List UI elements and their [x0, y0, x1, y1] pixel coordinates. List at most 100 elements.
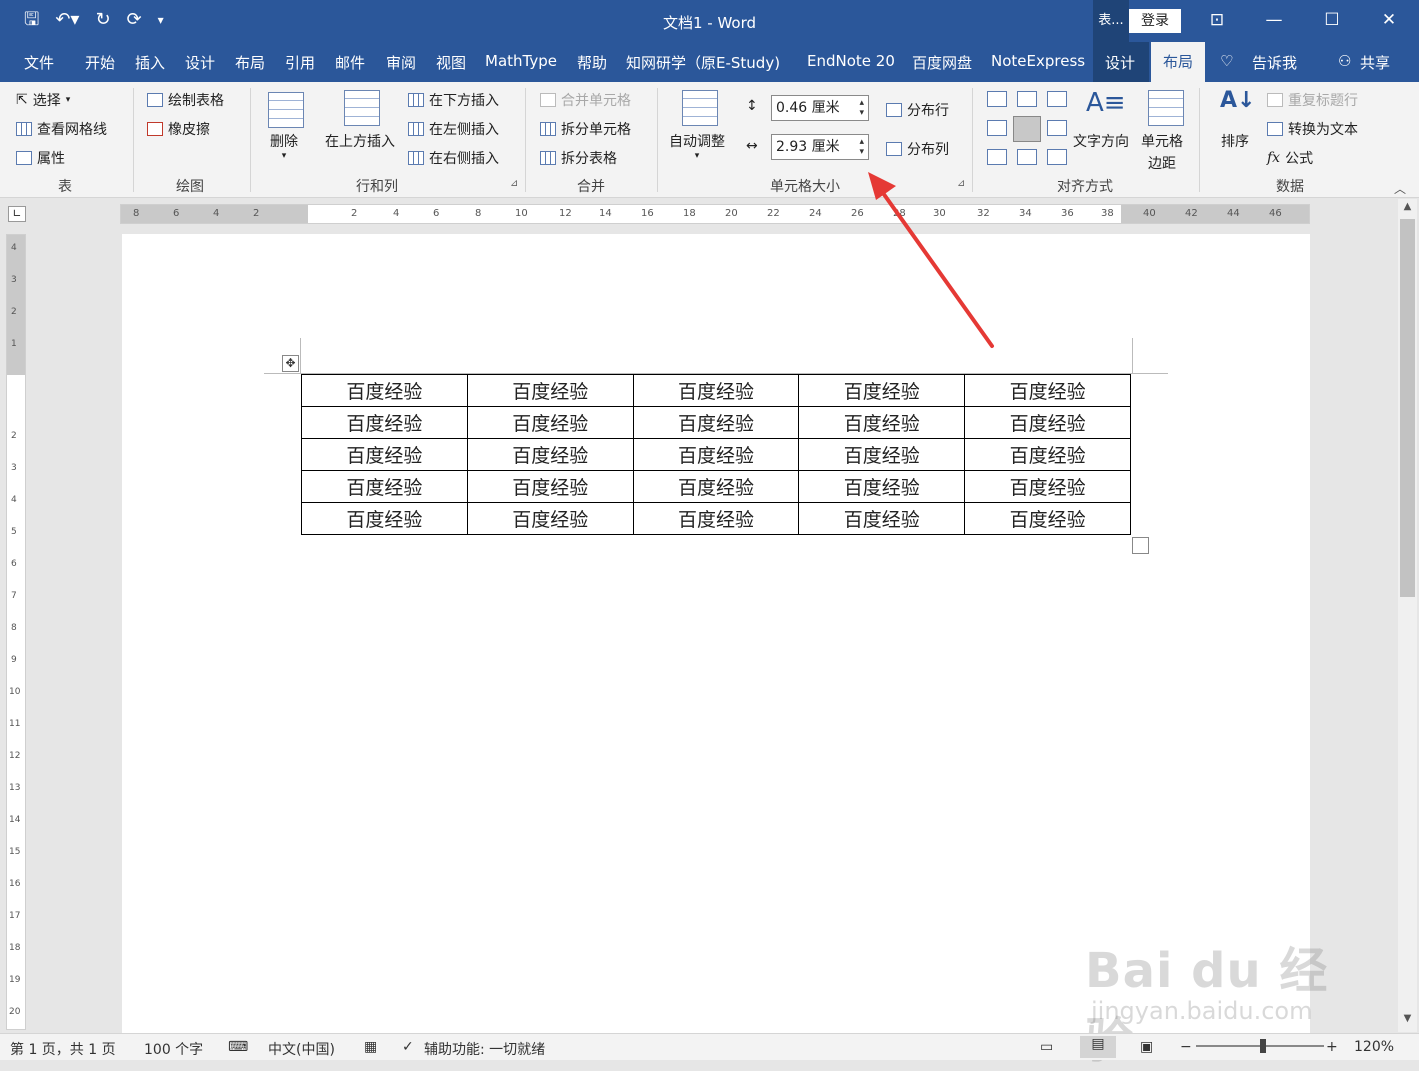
view-gridlines-button[interactable]: 查看网格线	[16, 119, 107, 139]
tab-home[interactable]: 开始	[85, 52, 115, 73]
table-cell[interactable]: 百度经验	[632, 374, 800, 407]
proofing-icon[interactable]: ⌨	[228, 1039, 248, 1055]
table-cell[interactable]: 百度经验	[798, 438, 966, 471]
table-cell[interactable]: 百度经验	[466, 470, 634, 503]
tab-mathtype[interactable]: MathType	[485, 52, 557, 70]
tab-view[interactable]: 视图	[436, 52, 466, 73]
table-cell[interactable]: 百度经验	[632, 438, 800, 471]
zoom-slider-thumb[interactable]	[1260, 1039, 1266, 1053]
sort-button[interactable]: 排序	[1221, 131, 1249, 151]
table-cell[interactable]: 百度经验	[964, 470, 1131, 503]
table-cell[interactable]: 百度经验	[301, 438, 468, 471]
tab-table-layout[interactable]: 布局	[1151, 42, 1205, 82]
table-cell[interactable]: 百度经验	[964, 438, 1131, 471]
table-cell[interactable]: 百度经验	[466, 406, 634, 439]
split-table-button[interactable]: 拆分表格	[540, 148, 617, 168]
select-button[interactable]: ⇱ 选择 ▾	[16, 90, 70, 110]
zoom-level[interactable]: 120%	[1354, 1039, 1394, 1055]
ribbon-display-icon[interactable]: ⊡	[1205, 10, 1229, 30]
row-height-stepper[interactable]: 0.46 厘米 ▴ ▾	[771, 95, 869, 121]
read-mode-icon[interactable]: ▭	[1040, 1039, 1053, 1055]
tab-review[interactable]: 审阅	[386, 52, 416, 73]
tab-mailings[interactable]: 邮件	[335, 52, 365, 73]
page-count[interactable]: 第 1 页，共 1 页	[10, 1039, 116, 1059]
login-button[interactable]: 登录	[1129, 9, 1181, 33]
share-button[interactable]: 共享	[1360, 52, 1390, 73]
macro-icon[interactable]: ▦	[364, 1039, 377, 1055]
insert-left-button[interactable]: 在左侧插入	[408, 119, 499, 139]
align-bottom-right-icon[interactable]	[1047, 149, 1067, 165]
table-cell[interactable]: 百度经验	[798, 374, 966, 407]
tab-layout[interactable]: 布局	[235, 52, 265, 73]
tab-references[interactable]: 引用	[285, 52, 315, 73]
insert-right-button[interactable]: 在右侧插入	[408, 148, 499, 168]
properties-button[interactable]: 属性	[16, 148, 65, 168]
cell-margins-button[interactable]: 单元格 边距	[1141, 131, 1183, 173]
tab-table-design[interactable]: 设计	[1105, 52, 1135, 73]
spin-arrows-icon[interactable]: ▴ ▾	[859, 98, 864, 118]
zoom-out-icon[interactable]: −	[1180, 1039, 1192, 1055]
tab-noteexpress[interactable]: NoteExpress	[991, 52, 1085, 70]
split-cells-button[interactable]: 拆分单元格	[540, 119, 631, 139]
collapse-ribbon-icon[interactable]: ︿	[1394, 180, 1406, 197]
zoom-in-icon[interactable]: +	[1326, 1039, 1338, 1055]
align-center-right-icon[interactable]	[1047, 120, 1067, 136]
align-top-left-icon[interactable]	[987, 91, 1007, 107]
table-cell[interactable]: 百度经验	[964, 502, 1131, 535]
tab-insert[interactable]: 插入	[135, 52, 165, 73]
table-cell[interactable]: 百度经验	[301, 470, 468, 503]
table-cell[interactable]: 百度经验	[301, 374, 468, 407]
table-cell[interactable]: 百度经验	[466, 502, 634, 535]
tab-endnote[interactable]: EndNote 20	[807, 52, 895, 70]
print-layout-icon[interactable]: ▤	[1080, 1036, 1116, 1058]
align-center-icon[interactable]	[1013, 116, 1041, 142]
table-cell[interactable]: 百度经验	[301, 502, 468, 535]
table-cell[interactable]: 百度经验	[798, 470, 966, 503]
convert-to-text-button[interactable]: 转换为文本	[1267, 119, 1358, 139]
tab-selector-icon[interactable]: ∟	[8, 206, 26, 222]
table-cell[interactable]: 百度经验	[632, 502, 800, 535]
table-resize-handle[interactable]	[1132, 537, 1149, 554]
merge-cells-button[interactable]: 合并单元格	[540, 90, 631, 110]
tell-me-input[interactable]: 告诉我	[1252, 52, 1297, 73]
align-bottom-center-icon[interactable]	[1017, 149, 1037, 165]
insert-below-button[interactable]: 在下方插入	[408, 90, 499, 110]
spin-arrows-icon[interactable]: ▴ ▾	[859, 137, 864, 157]
table-cell[interactable]: 百度经验	[632, 470, 800, 503]
tab-baidu-netdisk[interactable]: 百度网盘	[912, 52, 972, 73]
tab-file[interactable]: 文件	[24, 52, 54, 73]
close-icon[interactable]: ✕	[1377, 10, 1401, 30]
vertical-scrollbar[interactable]: ▲ ▼	[1398, 199, 1417, 1032]
tab-help[interactable]: 帮助	[577, 52, 607, 73]
web-layout-icon[interactable]: ▣	[1140, 1039, 1153, 1055]
align-center-left-icon[interactable]	[987, 120, 1007, 136]
table-cell[interactable]: 百度经验	[466, 374, 634, 407]
tab-cnki-estudy[interactable]: 知网研学（原E-Study)	[626, 52, 780, 73]
minimize-icon[interactable]: —	[1262, 10, 1286, 30]
delete-button[interactable]: 删除 ▾	[270, 131, 298, 161]
draw-table-button[interactable]: 绘制表格	[147, 90, 224, 110]
formula-button[interactable]: fx 公式	[1267, 148, 1313, 168]
align-bottom-left-icon[interactable]	[987, 149, 1007, 165]
maximize-icon[interactable]: ☐	[1320, 10, 1344, 30]
horizontal-ruler[interactable]: 8642 2468 10121416 18202224 26283032 343…	[120, 204, 1310, 224]
tab-design[interactable]: 设计	[185, 52, 215, 73]
language-status[interactable]: 中文(中国)	[268, 1039, 335, 1059]
scrollbar-thumb[interactable]	[1400, 219, 1415, 597]
dialog-launcher-icon[interactable]: ⊿	[510, 178, 518, 189]
distribute-columns-button[interactable]: 分布列	[886, 139, 949, 159]
distribute-rows-button[interactable]: 分布行	[886, 100, 949, 120]
scroll-down-icon[interactable]: ▼	[1398, 1013, 1417, 1029]
table-cell[interactable]: 百度经验	[798, 406, 966, 439]
scroll-up-icon[interactable]: ▲	[1398, 201, 1417, 217]
table-cell[interactable]: 百度经验	[301, 406, 468, 439]
table-cell[interactable]: 百度经验	[466, 438, 634, 471]
word-count[interactable]: 100 个字	[144, 1039, 203, 1059]
table-cell[interactable]: 百度经验	[632, 406, 800, 439]
repeat-header-rows-button[interactable]: 重复标题行	[1267, 90, 1358, 110]
vertical-ruler[interactable]: 4321 2345 6789 10 11 12 13 14 15 16 17 18 19 20	[6, 234, 26, 1030]
table-move-handle-icon[interactable]: ✥	[282, 355, 299, 372]
column-width-stepper[interactable]: 2.93 厘米 ▴ ▾	[771, 134, 869, 160]
accessibility-status[interactable]: 辅助功能: 一切就绪	[424, 1039, 545, 1059]
text-direction-button[interactable]: 文字方向	[1073, 131, 1129, 151]
